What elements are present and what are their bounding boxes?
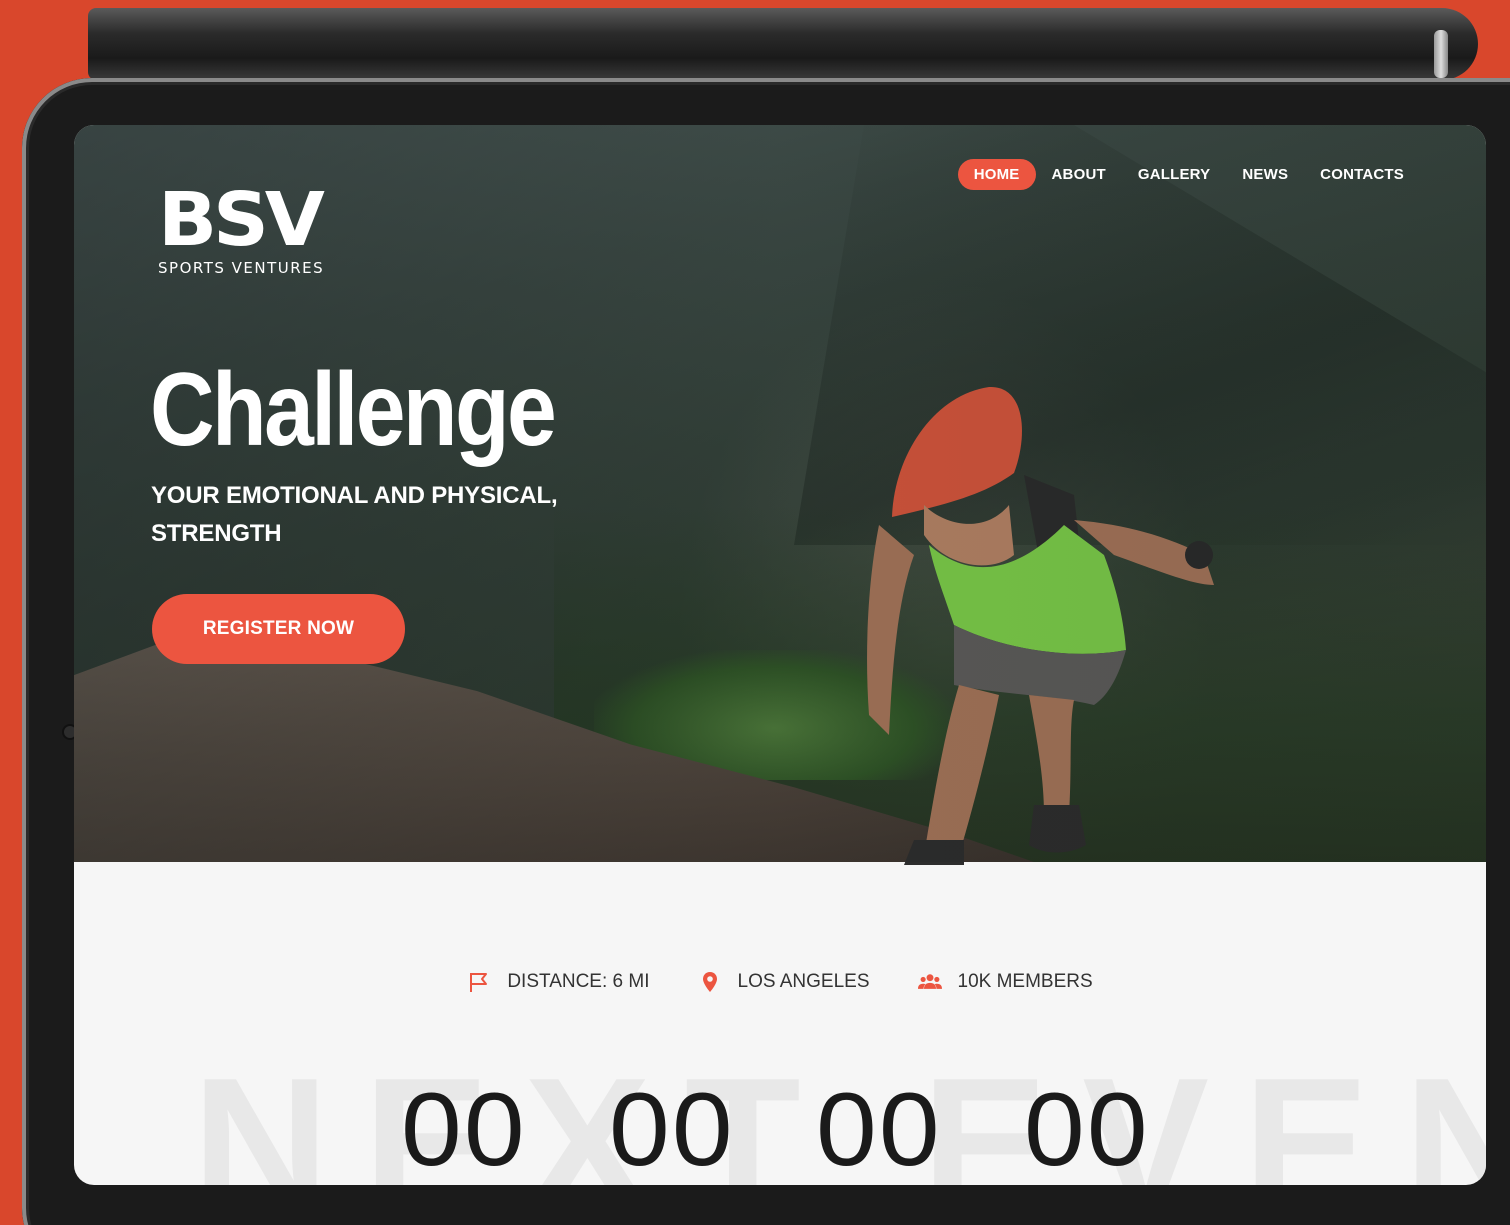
hero-section: HOME ABOUT GALLERY NEWS CONTACTS BSV SPO… [74,125,1486,865]
stylus-decoration [88,8,1478,80]
nav-about[interactable]: ABOUT [1036,159,1122,190]
nav-contacts[interactable]: CONTACTS [1304,159,1420,190]
location-info: LOS ANGELES [698,970,870,994]
website-screen: HOME ABOUT GALLERY NEWS CONTACTS BSV SPO… [74,125,1486,1185]
flag-icon [470,973,488,992]
countdown-timer: 00 00 00 00 [401,1070,1150,1185]
users-icon [917,974,942,989]
register-now-button[interactable]: REGISTER NOW [152,594,405,664]
hero-subtitle: YOUR EMOTIONAL AND PHYSICAL, STRENGTH [151,482,558,547]
main-nav: HOME ABOUT GALLERY NEWS CONTACTS [957,159,1420,190]
map-pin-icon [702,972,717,992]
members-label: 10K MEMBERS [957,971,1093,992]
hero-title: Challenge [150,352,557,468]
members-info: 10K MEMBERS [917,970,1093,994]
stylus-tip [1434,30,1448,78]
location-label: LOS ANGELES [737,971,870,992]
countdown-seconds: 00 [1024,1072,1150,1185]
countdown-hours: 00 [608,1072,735,1185]
distance-info: DISTANCE: 6 MI [467,970,650,994]
nav-gallery[interactable]: GALLERY [1122,159,1227,190]
countdown-minutes: 00 [816,1072,943,1185]
countdown-days: 00 [401,1072,527,1185]
nav-home[interactable]: HOME [957,159,1036,190]
event-info-row: DISTANCE: 6 MI LOS ANGELES 10K MEMBERS [74,970,1486,994]
brand-logo[interactable]: BSV SPORTS VENTURES [158,183,325,277]
nav-news[interactable]: NEWS [1226,159,1304,190]
logo-mark: BSV [158,177,325,263]
distance-label: DISTANCE: 6 MI [507,971,650,992]
